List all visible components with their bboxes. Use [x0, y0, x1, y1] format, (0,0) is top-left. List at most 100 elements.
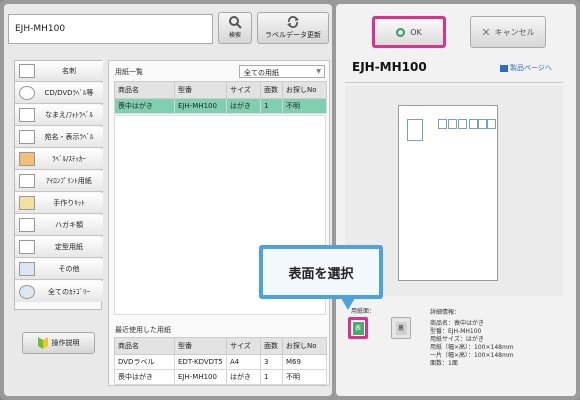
category-label: 手作りｷｯﾄ [53, 199, 85, 207]
table-cell: EDT-KDVDT5 [174, 354, 227, 370]
table-cell: 喪中はがき [114, 369, 175, 385]
column-header[interactable]: 面数 [260, 337, 283, 355]
paper-list-header: 商品名 型番 サイズ 面数 お探しNo [114, 81, 327, 99]
shirt-icon [19, 174, 35, 188]
table-cell: はがき [226, 369, 261, 385]
details-title: 詳細情報： [430, 309, 461, 316]
table-row[interactable]: 喪中はがき EJH-MH100 はがき 1 不明 [114, 369, 327, 385]
divider [345, 82, 563, 83]
update-label-data-button[interactable]: ラベルデータ更新 [257, 12, 329, 44]
column-header[interactable]: 面数 [260, 81, 283, 99]
close-icon: ✕ [481, 25, 491, 39]
external-link-icon [500, 64, 508, 72]
postal-code-box [438, 119, 447, 129]
category-item-craft-kit[interactable]: 手作りｷｯﾄ [15, 193, 103, 214]
product-page-link[interactable]: 製品ページへ [500, 63, 552, 73]
category-label: ｱｲﾛﾝﾌﾟﾘﾝﾄ用紙 [46, 177, 92, 185]
category-label: 名刺 [62, 67, 76, 75]
table-row[interactable]: 喪中はがき EJH-MH100 はがき 1 不明 [114, 98, 327, 114]
category-item-name-label[interactable]: なまえ/ﾌｫﾄﾗﾍﾞﾙ [15, 105, 103, 126]
category-item-all[interactable]: 全てのｶﾃｺﾞﾘｰ [15, 281, 103, 302]
refresh-icon [287, 16, 299, 28]
postcard-icon [19, 218, 35, 232]
table-cell: 3 [260, 354, 283, 370]
category-item-business-card[interactable]: 名刺 [15, 61, 103, 82]
column-header[interactable]: サイズ [226, 337, 261, 355]
column-header[interactable]: 型番 [174, 337, 227, 355]
table-cell: M69 [282, 354, 327, 370]
chevron-down-icon: ▼ [316, 68, 321, 75]
help-button[interactable]: 操作説明 [22, 332, 95, 354]
category-label: ハガキ類 [55, 221, 83, 229]
column-header[interactable]: サイズ [226, 81, 261, 99]
update-button-label: ラベルデータ更新 [265, 31, 321, 39]
column-header[interactable]: 商品名 [114, 81, 175, 99]
category-label: 定型用紙 [55, 243, 83, 251]
address-label-icon [19, 130, 35, 144]
table-cell: 不明 [282, 98, 327, 114]
column-header[interactable]: お探しNo [282, 81, 327, 99]
sticker-icon [19, 152, 35, 166]
table-cell: DVDラベル [114, 354, 175, 370]
craft-kit-icon [19, 196, 35, 210]
category-item-address-label[interactable]: 宛名・表示ﾗﾍﾞﾙ [15, 127, 103, 148]
search-input[interactable]: EJH-MH100 [8, 14, 213, 44]
cancel-button[interactable]: ✕ キャンセル [470, 16, 546, 48]
paper-list-title: 用紙一覧 [115, 68, 143, 76]
postal-code-box [478, 119, 487, 129]
table-cell: 不明 [282, 369, 327, 385]
product-name: EJH-MH100 [352, 60, 427, 74]
cancel-button-label: キャンセル [494, 27, 535, 37]
ok-button[interactable]: OK [372, 16, 446, 48]
paper-list-table: 商品名 型番 サイズ 面数 お探しNo 喪中はがき EJH-MH100 はがき … [114, 81, 327, 114]
instruction-callout: 表面を選択 [259, 245, 383, 299]
recent-list-header: 商品名 型番 サイズ 面数 お探しNo [114, 337, 327, 355]
back-side-glyph: 裏 [395, 321, 407, 335]
front-side-button[interactable]: 表 [348, 317, 368, 339]
ok-button-label: OK [410, 27, 422, 37]
table-cell: 1 [260, 98, 283, 114]
details-body: 商品名：喪中はがき 型番：EJH-MH100 用紙サイズ：はがき 用紙（幅×高）… [430, 320, 514, 367]
table-cell: 1 [260, 369, 283, 385]
callout-pointer [341, 298, 355, 310]
postal-code-box [458, 119, 467, 129]
postcard-preview [398, 105, 498, 281]
table-row[interactable]: DVDラベル EDT-KDVDT5 A4 3 M69 [114, 354, 327, 370]
table-cell: EJH-MH100 [174, 369, 227, 385]
paper-list-panel: 用紙一覧 全ての用紙 ▼ 商品名 型番 サイズ 面数 お探しNo 喪中はがき E… [108, 60, 330, 386]
postal-code-box [448, 119, 457, 129]
back-side-button[interactable]: 裏 [391, 317, 411, 339]
postal-code-box [469, 119, 478, 129]
postal-code-box [487, 119, 496, 129]
category-item-postcard[interactable]: ハガキ類 [15, 215, 103, 236]
search-icon [229, 16, 242, 29]
paper-filter-select[interactable]: 全ての用紙 ▼ [239, 65, 325, 78]
category-panel: 名刺 CD/DVDﾗﾍﾞﾙ等 なまえ/ﾌｫﾄﾗﾍﾞﾙ 宛名・表示ﾗﾍﾞﾙ ﾗﾍﾞ… [14, 60, 103, 310]
circle-icon [396, 27, 406, 37]
column-header[interactable]: 商品名 [114, 337, 175, 355]
table-cell: A4 [226, 354, 261, 370]
category-label: その他 [58, 265, 80, 273]
search-icon [19, 284, 35, 299]
category-item-standard-paper[interactable]: 定型用紙 [15, 237, 103, 258]
help-leaf-icon [37, 337, 48, 349]
table-cell: EJH-MH100 [174, 98, 227, 114]
search-button[interactable]: 検索 [218, 12, 252, 44]
category-item-other[interactable]: その他 [15, 259, 103, 280]
category-label: 宛名・表示ﾗﾍﾞﾙ [44, 133, 94, 141]
table-cell: はがき [226, 98, 261, 114]
category-item-iron-print[interactable]: ｱｲﾛﾝﾌﾟﾘﾝﾄ用紙 [15, 171, 103, 192]
column-header[interactable]: お探しNo [282, 337, 327, 355]
column-header[interactable]: 型番 [174, 81, 227, 99]
stamp-box [407, 119, 423, 141]
category-item-sticker[interactable]: ﾗﾍﾞﾙ/ｽﾃｯｶｰ [15, 149, 103, 170]
recent-list-table: 商品名 型番 サイズ 面数 お探しNo DVDラベル EDT-KDVDT5 A4… [114, 337, 327, 385]
category-item-cd-dvd[interactable]: CD/DVDﾗﾍﾞﾙ等 [15, 83, 103, 104]
callout-text: 表面を選択 [263, 249, 379, 295]
paper-filter-value: 全ての用紙 [244, 69, 279, 77]
front-side-glyph: 表 [352, 321, 364, 335]
business-card-icon [19, 64, 35, 78]
category-label: 全てのｶﾃｺﾞﾘｰ [48, 287, 90, 296]
disc-icon [19, 86, 35, 100]
name-label-icon [19, 108, 35, 122]
